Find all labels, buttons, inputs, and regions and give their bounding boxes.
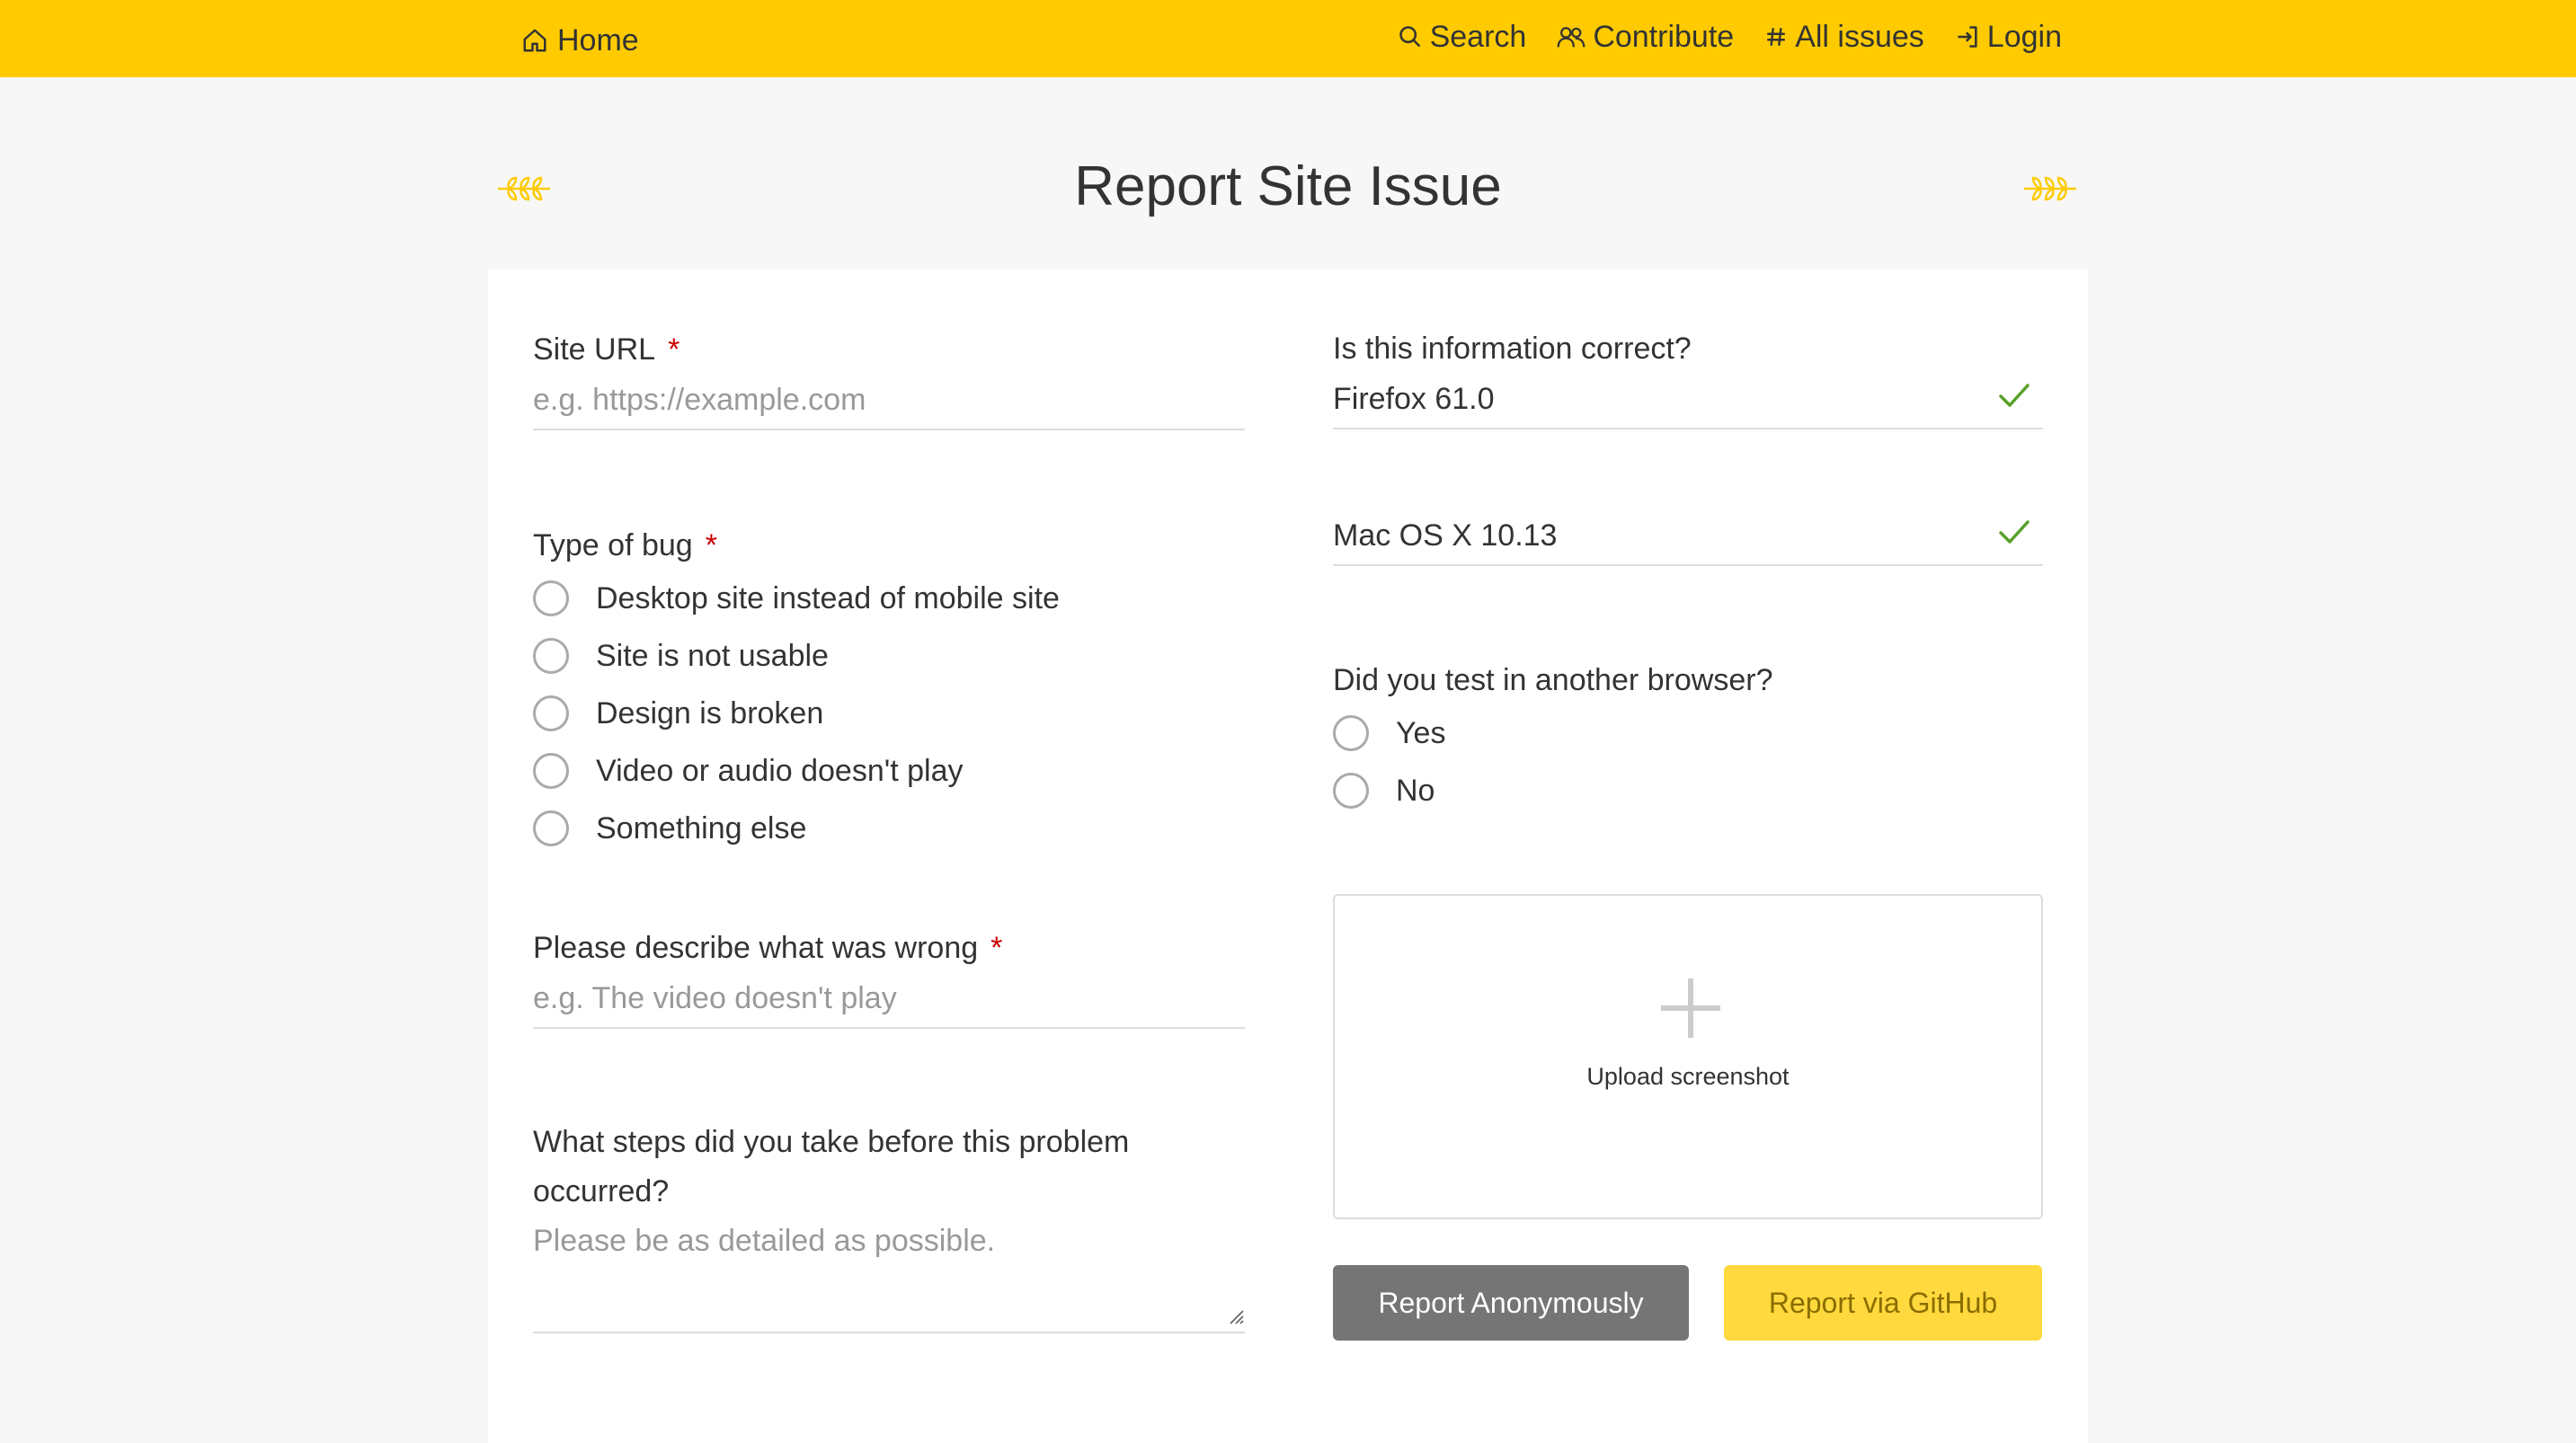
nav-login[interactable]: Login (1955, 20, 2062, 55)
home-link[interactable]: Home (521, 20, 639, 61)
checkmark-icon (1998, 382, 2030, 413)
plus-icon (1661, 978, 1720, 1042)
radio-button[interactable] (1333, 715, 1369, 752)
resize-grip-icon[interactable] (1227, 1307, 1245, 1330)
home-icon (521, 27, 548, 54)
required-mark: * (668, 332, 680, 367)
bug-type-options: Desktop site instead of mobile site Site… (533, 570, 1060, 857)
bug-type-option-something-else[interactable]: Something else (533, 800, 1060, 857)
steps-textarea-wrap (533, 1217, 1245, 1333)
required-mark: * (990, 931, 1003, 965)
site-url-label: Site URL * (533, 332, 680, 367)
info-correct-label: Is this information correct? (1333, 332, 1692, 366)
radio-button[interactable] (1333, 773, 1369, 810)
os-value: Mac OS X 10.13 (1333, 518, 1558, 553)
steps-field: What steps did you take before this prob… (533, 1118, 1245, 1333)
radio-button[interactable] (533, 810, 569, 847)
radio-button[interactable] (533, 580, 569, 617)
hash-icon (1764, 24, 1788, 49)
bug-type-option-design-broken[interactable]: Design is broken (533, 685, 1060, 742)
required-mark: * (705, 528, 717, 562)
browser-info-row[interactable]: Firefox 61.0 (1333, 377, 2043, 429)
nav-all-issues[interactable]: All issues (1764, 20, 1924, 55)
other-browser-field: Did you test in another browser? Yes No (1333, 656, 1772, 819)
people-icon (1557, 24, 1586, 49)
steps-label: What steps did you take before this prob… (533, 1125, 1130, 1208)
os-info-row[interactable]: Mac OS X 10.13 (1333, 514, 2043, 566)
bug-type-option-not-usable[interactable]: Site is not usable (533, 627, 1060, 685)
description-label: Please describe what was wrong * (533, 931, 1003, 965)
upload-screenshot-label: Upload screenshot (1586, 1063, 1790, 1090)
bug-type-option-desktop-site[interactable]: Desktop site instead of mobile site (533, 570, 1060, 627)
other-browser-option-no[interactable]: No (1333, 762, 1772, 819)
other-browser-label: Did you test in another browser? (1333, 663, 1773, 697)
site-url-input[interactable] (533, 374, 1245, 431)
nav-contribute[interactable]: Contribute (1557, 20, 1734, 55)
nav-login-label: Login (1986, 19, 2062, 54)
login-icon (1955, 24, 1980, 49)
checkmark-icon (1998, 518, 2030, 550)
nav-search[interactable]: Search (1398, 19, 1527, 55)
steps-textarea[interactable] (533, 1217, 1245, 1333)
nav-contribute-label: Contribute (1593, 19, 1735, 54)
description-field: Please describe what was wrong * (533, 924, 1245, 1030)
home-label: Home (557, 22, 639, 58)
radio-button[interactable] (533, 753, 569, 790)
search-icon (1398, 24, 1423, 49)
nav-search-label: Search (1429, 19, 1527, 54)
radio-button[interactable] (533, 638, 569, 675)
other-browser-option-yes[interactable]: Yes (1333, 704, 1772, 762)
site-url-field: Site URL * (533, 325, 1245, 431)
nav-all-issues-label: All issues (1795, 19, 1924, 54)
top-navigation-bar: Home Search Contribute All issues Login (0, 0, 2576, 77)
upload-screenshot-dropzone[interactable]: Upload screenshot (1333, 894, 2043, 1219)
page-title: Report Site Issue (1074, 155, 1502, 217)
bug-type-label: Type of bug * (533, 528, 717, 562)
bug-type-field: Type of bug * Desktop site instead of mob… (533, 521, 1060, 857)
report-via-github-button[interactable]: Report via GitHub (1724, 1265, 2042, 1341)
main-nav: Search Contribute All issues Login (1398, 16, 2062, 58)
browser-value: Firefox 61.0 (1333, 382, 1495, 416)
radio-button[interactable] (533, 695, 569, 732)
bug-type-option-video-audio[interactable]: Video or audio doesn't play (533, 742, 1060, 800)
description-input[interactable] (533, 972, 1245, 1030)
report-anonymously-button[interactable]: Report Anonymously (1333, 1265, 1689, 1341)
